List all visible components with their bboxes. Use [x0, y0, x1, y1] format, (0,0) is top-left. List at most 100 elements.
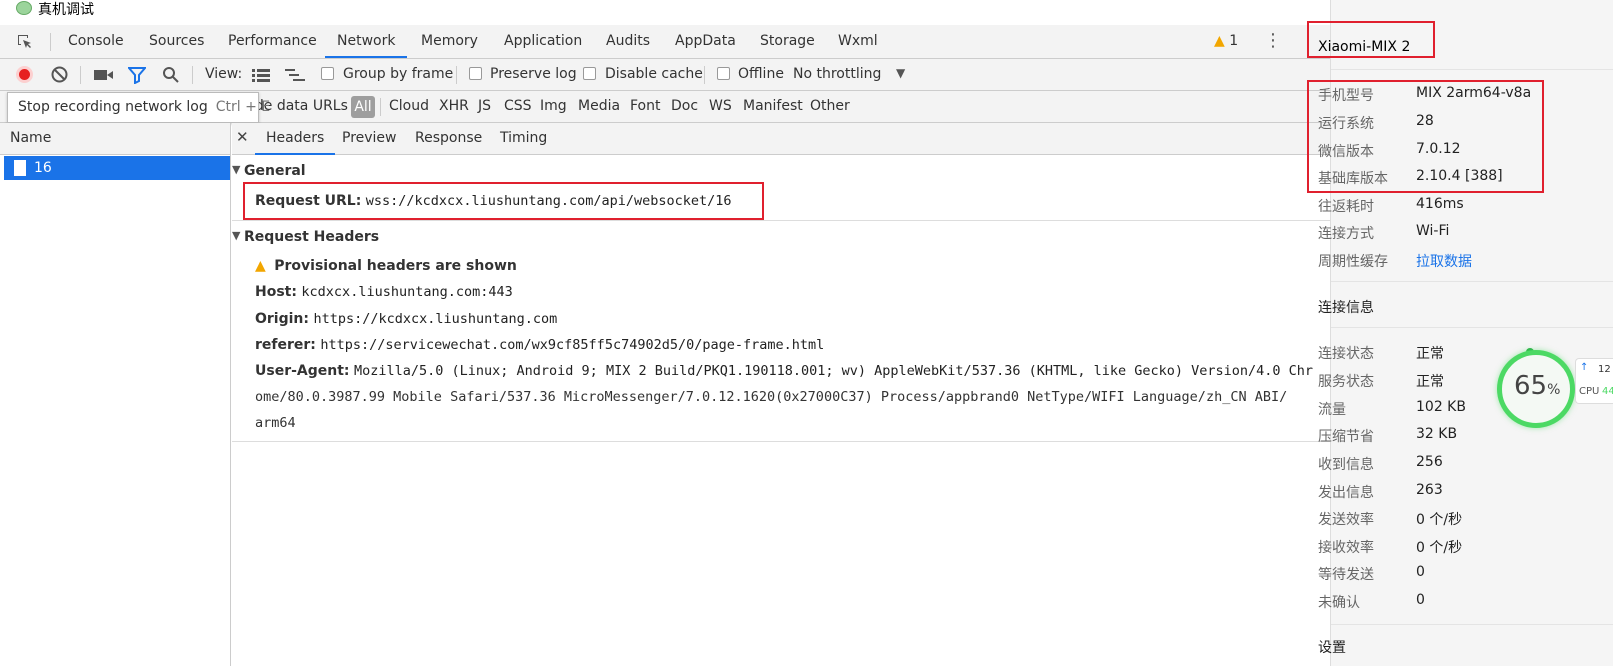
- panel-divider: [1331, 624, 1613, 625]
- requests-list: Name 16: [0, 123, 231, 666]
- name-column-header[interactable]: Name: [0, 123, 230, 155]
- tab-headers[interactable]: Headers: [255, 123, 336, 155]
- request-url-label: Request URL:: [255, 193, 362, 209]
- filter-ws[interactable]: WS: [709, 98, 732, 114]
- info-value: MIX 2arm64-v8a: [1416, 85, 1532, 101]
- filter-all[interactable]: All: [351, 96, 375, 118]
- preserve-log-label: Preserve log: [490, 66, 577, 82]
- offline-checkbox[interactable]: [717, 67, 730, 80]
- toolbar-divider: [456, 66, 457, 84]
- provisional-warning: ▲ Provisional headers are shown: [255, 258, 517, 274]
- filter-xhr[interactable]: XHR: [439, 98, 469, 114]
- tab-storage[interactable]: Storage: [748, 25, 827, 58]
- cpu-value: 44: [1602, 386, 1613, 397]
- conn-value: 32 KB: [1416, 426, 1458, 442]
- conn-value: 0: [1416, 592, 1425, 608]
- tab-response[interactable]: Response: [404, 123, 493, 155]
- performance-gauge[interactable]: 65%: [1497, 350, 1575, 428]
- network-toolbar: View: Group by frame Preserve log Disabl…: [0, 59, 1330, 91]
- conn-label: 未确认: [1318, 595, 1360, 611]
- disable-cache-checkbox[interactable]: [583, 67, 596, 80]
- tab-console[interactable]: Console: [56, 25, 136, 58]
- request-headers-section-title[interactable]: Request Headers: [244, 229, 379, 245]
- info-value: 416ms: [1416, 196, 1464, 212]
- record-icon[interactable]: [16, 66, 33, 83]
- warning-icon: ▲: [255, 258, 266, 274]
- tab-wxml[interactable]: Wxml: [826, 25, 890, 58]
- record-tooltip: Stop recording network log Ctrl + E: [7, 92, 270, 123]
- section-divider: [232, 441, 1330, 442]
- tab-application[interactable]: Application: [492, 25, 594, 58]
- warning-icon: ▲: [1214, 33, 1225, 49]
- filter-manifest[interactable]: Manifest: [743, 98, 803, 114]
- header-user-agent: User-Agent: Mozilla/5.0 (Linux; Android …: [255, 363, 1330, 379]
- net-speed-value: 12: [1598, 364, 1611, 375]
- header-referer: referer: https://servicewechat.com/wx9cf…: [255, 337, 824, 353]
- more-options-icon[interactable]: ⋮: [1264, 31, 1282, 51]
- header-user-agent-line3: arm64: [255, 415, 296, 431]
- search-icon[interactable]: [162, 66, 180, 84]
- conn-label: 连接状态: [1318, 346, 1374, 362]
- tab-appdata[interactable]: AppData: [663, 25, 748, 58]
- clear-icon[interactable]: [51, 66, 68, 83]
- app-icon: [16, 1, 32, 15]
- toolbar-divider: [192, 66, 193, 84]
- expand-request-headers-icon[interactable]: ▼: [232, 229, 240, 242]
- filter-icon[interactable]: [126, 66, 148, 85]
- throttling-select[interactable]: No throttling: [793, 66, 881, 82]
- offline-label: Offline: [738, 66, 784, 82]
- info-label: 手机型号: [1318, 88, 1374, 104]
- gauge-percent: 65%: [1514, 371, 1561, 401]
- header-user-agent-label: User-Agent:: [255, 363, 350, 379]
- conn-label: 发送效率: [1318, 512, 1374, 528]
- conn-value: 102 KB: [1416, 399, 1466, 415]
- toolbar-divider: [80, 66, 81, 84]
- tab-sources[interactable]: Sources: [137, 25, 216, 58]
- filter-css[interactable]: CSS: [504, 98, 532, 114]
- tab-memory[interactable]: Memory: [409, 25, 490, 58]
- group-by-frame-checkbox[interactable]: [321, 67, 334, 80]
- filter-media[interactable]: Media: [578, 98, 620, 114]
- header-user-agent-line1: Mozilla/5.0 (Linux; Android 9; MIX 2 Bui…: [353, 363, 1314, 379]
- tab-performance[interactable]: Performance: [216, 25, 329, 58]
- filter-cloud[interactable]: Cloud: [389, 98, 429, 114]
- waterfall-icon[interactable]: [285, 68, 305, 82]
- request-name: 16: [34, 160, 52, 176]
- tabbar-divider: [50, 33, 51, 51]
- conn-label: 服务状态: [1318, 374, 1374, 390]
- settings-title: 设置: [1318, 640, 1346, 656]
- panel-divider: [1331, 327, 1613, 328]
- provisional-text: Provisional headers are shown: [274, 258, 517, 274]
- expand-general-icon[interactable]: ▼: [232, 163, 240, 176]
- fetch-data-link[interactable]: 拉取数据: [1416, 251, 1472, 271]
- filter-js[interactable]: JS: [478, 98, 491, 114]
- conn-label: 收到信息: [1318, 457, 1374, 473]
- device-panel: Xiaomi-MIX 2 手机型号 MIX 2arm64-v8a 运行系统 28…: [1307, 0, 1613, 666]
- tab-audits[interactable]: Audits: [594, 25, 662, 58]
- tab-network[interactable]: Network: [325, 25, 408, 58]
- conn-value: 正常: [1416, 346, 1444, 362]
- tab-preview[interactable]: Preview: [331, 123, 408, 155]
- inspect-element-icon[interactable]: [16, 33, 34, 51]
- tab-timing[interactable]: Timing: [489, 123, 558, 155]
- filter-img[interactable]: Img: [540, 98, 567, 114]
- info-value: 28: [1416, 113, 1434, 129]
- filter-other[interactable]: Other: [810, 98, 850, 114]
- info-label: 连接方式: [1318, 226, 1374, 242]
- general-section-title[interactable]: General: [244, 163, 306, 179]
- large-rows-icon[interactable]: [252, 68, 270, 82]
- request-row[interactable]: 16: [4, 156, 230, 180]
- preserve-log-checkbox[interactable]: [469, 67, 482, 80]
- header-user-agent-line2: ome/80.0.3987.99 Mobile Safari/537.36 Mi…: [255, 389, 1288, 405]
- warnings-indicator[interactable]: ▲ 1: [1214, 33, 1238, 49]
- chevron-down-icon[interactable]: ▼: [896, 66, 905, 80]
- capture-screenshots-icon[interactable]: [94, 68, 114, 82]
- header-host-value: kcdxcx.liushuntang.com:443: [301, 284, 513, 300]
- cpu-label: CPU: [1579, 386, 1600, 397]
- request-url-row: Request URL: wss://kcdxcx.liushuntang.co…: [255, 193, 732, 209]
- info-label: 基础库版本: [1318, 171, 1388, 187]
- close-details-icon[interactable]: ✕: [236, 128, 249, 146]
- filter-font[interactable]: Font: [630, 98, 660, 114]
- conn-value: 263: [1416, 482, 1443, 498]
- filter-doc[interactable]: Doc: [671, 98, 698, 114]
